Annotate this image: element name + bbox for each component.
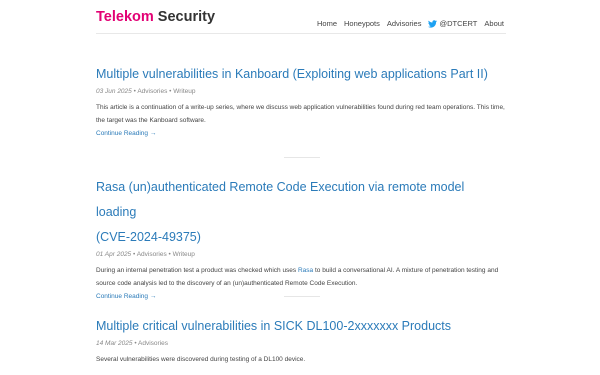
nav-honeypots[interactable]: Honeypots bbox=[344, 19, 380, 28]
post-excerpt: This article is a continuation of a writ… bbox=[96, 104, 505, 124]
post-item: Multiple critical vulnerabilities in SIC… bbox=[96, 314, 506, 367]
site-logo[interactable]: Telekom Security bbox=[96, 9, 215, 25]
post-tags[interactable]: • Advisories bbox=[134, 340, 168, 347]
post-item: Multiple vulnerabilities in Kanboard (Ex… bbox=[96, 62, 506, 137]
excerpt-text: During an internal penetration test a pr… bbox=[96, 267, 298, 274]
post-meta: 03 Jun 2025 • Advisories • Writeup bbox=[96, 88, 506, 95]
post-meta: 01 Apr 2025 • Advisories • Writeup bbox=[96, 251, 506, 258]
post-title[interactable]: Multiple critical vulnerabilities in SIC… bbox=[96, 314, 506, 339]
post-date: 03 Jun 2025 bbox=[96, 88, 132, 95]
post-date: 14 Mar 2025 bbox=[96, 340, 133, 347]
post-title-line1: Rasa (un)authenticated Remote Code Execu… bbox=[96, 180, 465, 219]
main-nav: Home Honeypots Advisories @DTCERT About bbox=[310, 19, 504, 28]
post-tags[interactable]: • Advisories • Writeup bbox=[134, 88, 196, 95]
post-title[interactable]: Multiple vulnerabilities in Kanboard (Ex… bbox=[96, 62, 506, 87]
twitter-bird-icon bbox=[428, 19, 438, 28]
post-tags[interactable]: • Advisories • Writeup bbox=[133, 251, 195, 258]
post-divider bbox=[284, 296, 320, 297]
nav-twitter[interactable]: @DTCERT bbox=[428, 19, 477, 28]
brand-security: Security bbox=[157, 9, 216, 25]
post-title[interactable]: Rasa (un)authenticated Remote Code Execu… bbox=[96, 175, 506, 250]
post-meta: 14 Mar 2025 • Advisories bbox=[96, 340, 506, 347]
post-item: Rasa (un)authenticated Remote Code Execu… bbox=[96, 175, 506, 300]
nav-about[interactable]: About bbox=[484, 19, 504, 28]
post-divider bbox=[284, 157, 320, 158]
twitter-handle: @DTCERT bbox=[439, 19, 478, 28]
brand-telekom: Telekom bbox=[96, 9, 154, 25]
continue-reading-link[interactable]: Continue Reading → bbox=[96, 130, 506, 137]
site-header: Telekom Security Home Honeypots Advisori… bbox=[96, 0, 506, 34]
post-excerpt: During an internal penetration test a pr… bbox=[96, 265, 506, 290]
post-title-line2: (CVE-2024-49375) bbox=[96, 230, 201, 244]
nav-home[interactable]: Home bbox=[317, 19, 337, 28]
post-excerpt: Several vulnerabilities were discovered … bbox=[96, 356, 306, 363]
rasa-link[interactable]: Rasa bbox=[298, 267, 313, 274]
post-date: 01 Apr 2025 bbox=[96, 251, 132, 258]
nav-advisories[interactable]: Advisories bbox=[387, 19, 422, 28]
